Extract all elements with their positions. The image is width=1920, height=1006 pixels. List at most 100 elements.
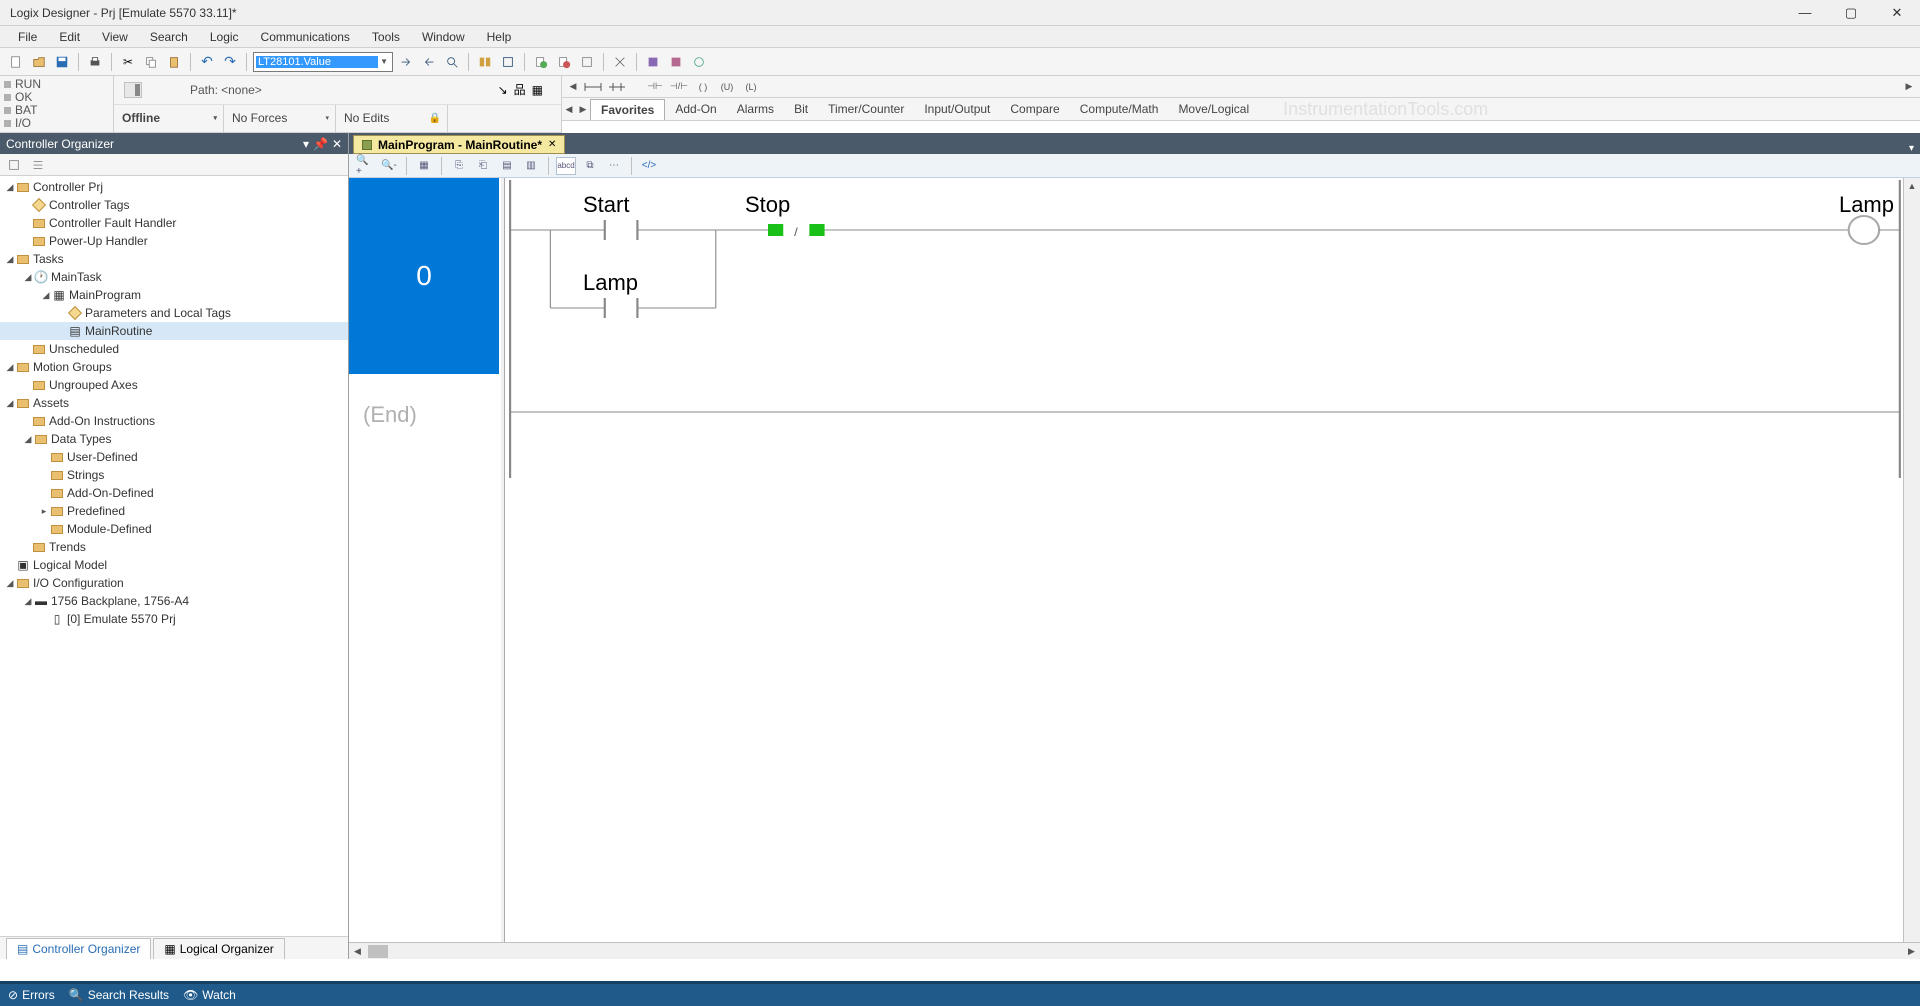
- tool-d-button[interactable]: [689, 52, 709, 72]
- tab-timer[interactable]: Timer/Counter: [818, 99, 914, 119]
- xio-icon[interactable]: ⊣/⊢: [668, 79, 690, 95]
- organizer-tree[interactable]: ◢Controller Prj Controller Tags Controll…: [0, 176, 348, 936]
- tree-params[interactable]: Parameters and Local Tags: [0, 304, 348, 322]
- tree-controller-tags[interactable]: Controller Tags: [0, 196, 348, 214]
- view-text-button[interactable]: abcd: [556, 157, 576, 175]
- footer-errors[interactable]: ⊘Errors: [8, 988, 55, 1002]
- branch-icon[interactable]: [606, 79, 628, 95]
- toggle-2-button[interactable]: [498, 52, 518, 72]
- tree-datatypes[interactable]: ◢Data Types: [0, 430, 348, 448]
- rung-0-header[interactable]: 0: [349, 178, 499, 374]
- tabs-scroll-right[interactable]: ▶: [576, 104, 590, 115]
- toggle-1-button[interactable]: [475, 52, 495, 72]
- tree-backplane[interactable]: ◢▬1756 Backplane, 1756-A4: [0, 592, 348, 610]
- menu-communications[interactable]: Communications: [251, 28, 360, 46]
- tree-tasks[interactable]: ◢Tasks: [0, 250, 348, 268]
- keyswitch-icon[interactable]: [124, 82, 142, 98]
- minimize-button[interactable]: —: [1782, 0, 1828, 26]
- vertical-scrollbar[interactable]: ▲: [1903, 178, 1920, 942]
- maximize-button[interactable]: ▢: [1828, 0, 1874, 26]
- menu-help[interactable]: Help: [477, 28, 522, 46]
- dropdown-icon[interactable]: ▾: [303, 137, 309, 151]
- edit-tool-1[interactable]: ▦: [414, 157, 434, 175]
- edits-status[interactable]: No Edits🔒: [336, 105, 448, 133]
- tool-c-button[interactable]: [666, 52, 686, 72]
- tree-module-defined[interactable]: Module-Defined: [0, 520, 348, 538]
- view-toggle-button[interactable]: ⧉: [580, 157, 600, 175]
- tab-compare[interactable]: Compare: [1000, 99, 1069, 119]
- rung-icon[interactable]: [582, 79, 604, 95]
- editor-tab-mainroutine[interactable]: MainProgram - MainRoutine* ✕: [353, 135, 565, 154]
- redo-button[interactable]: ↷: [220, 52, 240, 72]
- copy-button[interactable]: [141, 52, 161, 72]
- scroll-left-icon[interactable]: ◀: [566, 80, 580, 94]
- menu-file[interactable]: File: [8, 28, 47, 46]
- online-status[interactable]: Offline▾: [114, 105, 224, 133]
- tag-search-combo[interactable]: LT28101.Value ▼: [253, 52, 393, 72]
- tree-controller[interactable]: ◢Controller Prj: [0, 178, 348, 196]
- close-tab-icon[interactable]: ✕: [548, 139, 556, 150]
- splitter[interactable]: [499, 178, 505, 942]
- tree-trends[interactable]: Trends: [0, 538, 348, 556]
- tree-assets[interactable]: ◢Assets: [0, 394, 348, 412]
- footer-search-results[interactable]: 🔍Search Results: [69, 988, 169, 1002]
- tab-io[interactable]: Input/Output: [914, 99, 1000, 119]
- edit-tool-3[interactable]: ⎗: [473, 157, 493, 175]
- tree-fault-handler[interactable]: Controller Fault Handler: [0, 214, 348, 232]
- editor-dropdown-icon[interactable]: ▾: [1903, 143, 1920, 154]
- scroll-thumb[interactable]: [368, 945, 388, 958]
- rung-0-logic[interactable]: / Start Lamp Stop Lamp: [509, 178, 1902, 478]
- tree-maintask[interactable]: ◢🕐MainTask: [0, 268, 348, 286]
- verify-button[interactable]: [531, 52, 551, 72]
- tab-logical-organizer[interactable]: ▦Logical Organizer: [153, 938, 284, 959]
- tool-b-button[interactable]: [643, 52, 663, 72]
- menu-tools[interactable]: Tools: [362, 28, 410, 46]
- tree-addon-defined[interactable]: Add-On-Defined: [0, 484, 348, 502]
- ladder-canvas[interactable]: 0 (End): [349, 178, 1920, 942]
- close-panel-icon[interactable]: ✕: [332, 137, 342, 151]
- scroll-right-icon[interactable]: ▶: [1903, 946, 1920, 957]
- cut-button[interactable]: ✂: [118, 52, 138, 72]
- tree-predefined[interactable]: ▸Predefined: [0, 502, 348, 520]
- misc-button[interactable]: [577, 52, 597, 72]
- network-icon[interactable]: 品: [514, 81, 526, 98]
- tree-strings[interactable]: Strings: [0, 466, 348, 484]
- tab-compute[interactable]: Compute/Math: [1070, 99, 1169, 119]
- menu-logic[interactable]: Logic: [200, 28, 249, 46]
- find-button[interactable]: [442, 52, 462, 72]
- zoom-in-icon[interactable]: 🔍+: [355, 157, 375, 175]
- build-button[interactable]: [554, 52, 574, 72]
- footer-watch[interactable]: 👁Watch: [183, 988, 236, 1002]
- ote-icon[interactable]: ( ): [692, 79, 714, 95]
- edit-tool-4[interactable]: ▤: [497, 157, 517, 175]
- undo-button[interactable]: ↶: [197, 52, 217, 72]
- tree-unscheduled[interactable]: Unscheduled: [0, 340, 348, 358]
- tree-ungrouped-axes[interactable]: Ungrouped Axes: [0, 376, 348, 394]
- view-misc-button[interactable]: ⋯: [604, 157, 624, 175]
- goto-button-2[interactable]: [419, 52, 439, 72]
- edit-tool-2[interactable]: ⎘: [449, 157, 469, 175]
- tab-alarms[interactable]: Alarms: [727, 99, 784, 119]
- otl-icon[interactable]: (L): [740, 79, 762, 95]
- horizontal-scrollbar[interactable]: ◀ ▶: [349, 942, 1920, 959]
- tool-a-button[interactable]: [610, 52, 630, 72]
- tree-io-config[interactable]: ◢I/O Configuration: [0, 574, 348, 592]
- zoom-out-icon[interactable]: 🔍-: [379, 157, 399, 175]
- tree-emulate-module[interactable]: ▯[0] Emulate 5570 Prj: [0, 610, 348, 628]
- scroll-right-icon[interactable]: ▶: [1902, 80, 1916, 94]
- tab-bit[interactable]: Bit: [784, 99, 818, 119]
- print-button[interactable]: [85, 52, 105, 72]
- tree-mainroutine[interactable]: ▤MainRoutine: [0, 322, 348, 340]
- forces-status[interactable]: No Forces▾: [224, 105, 336, 133]
- otu-icon[interactable]: (U): [716, 79, 738, 95]
- tree-user-defined[interactable]: User-Defined: [0, 448, 348, 466]
- paste-button[interactable]: [164, 52, 184, 72]
- open-button[interactable]: [29, 52, 49, 72]
- menu-edit[interactable]: Edit: [49, 28, 90, 46]
- close-button[interactable]: ✕: [1874, 0, 1920, 26]
- tabs-scroll-left[interactable]: ◀: [562, 104, 576, 115]
- tree-powerup-handler[interactable]: Power-Up Handler: [0, 232, 348, 250]
- goto-button-1[interactable]: [396, 52, 416, 72]
- tree-motion[interactable]: ◢Motion Groups: [0, 358, 348, 376]
- scroll-left-icon[interactable]: ◀: [349, 946, 366, 957]
